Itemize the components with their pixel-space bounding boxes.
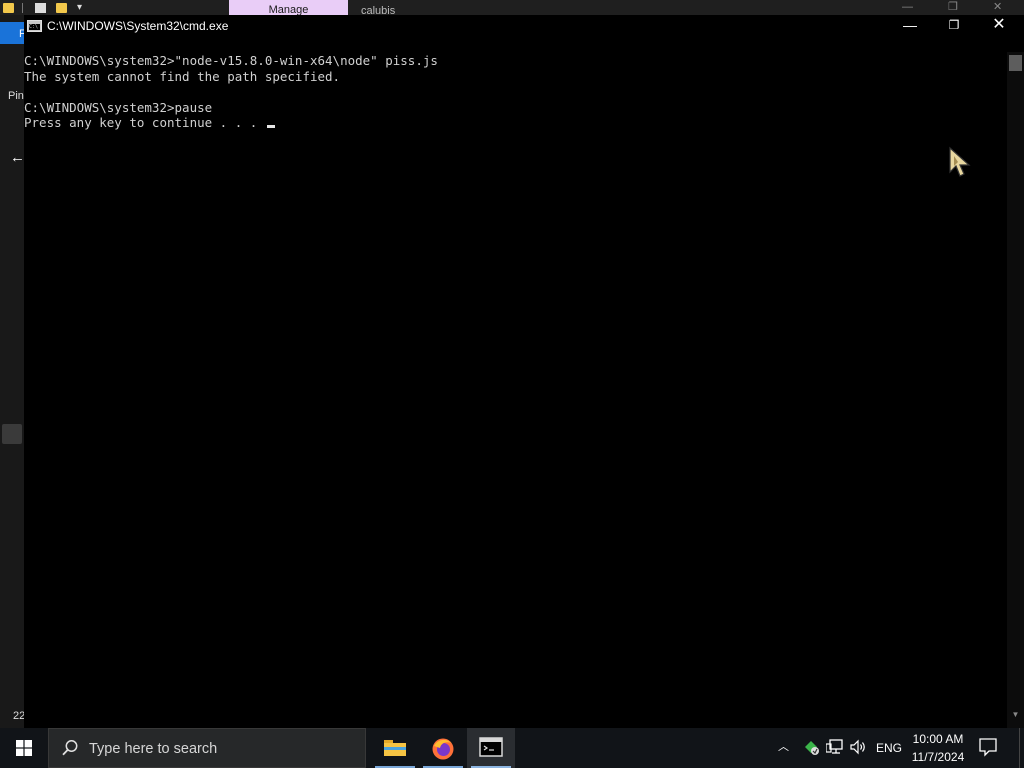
folder-icon[interactable]: [3, 3, 14, 13]
search-placeholder: Type here to search: [89, 741, 218, 757]
properties-icon[interactable]: [35, 3, 46, 13]
console-prompt-text: Press any key to continue . . .: [24, 115, 265, 131]
notification-icon[interactable]: [978, 737, 998, 757]
sync-icon[interactable]: [802, 738, 820, 756]
network-icon[interactable]: [826, 739, 844, 755]
console-line: C:\WINDOWS\system32>pause: [24, 99, 213, 115]
minimize-icon[interactable]: —: [888, 15, 932, 37]
background-restore-icon[interactable]: ❐: [948, 0, 958, 15]
cmd-window[interactable]: C:\ C:\WINDOWS\System32\cmd.exe — ❐ ✕ C:…: [24, 15, 1024, 728]
console-output[interactable]: C:\WINDOWS\system32>"node-v15.8.0-win-x6…: [24, 53, 1004, 723]
clock-time[interactable]: 10:00 AM: [905, 732, 971, 746]
taskbar: Type here to search ︿ ENG 10:00 AM 11/7/…: [0, 728, 1024, 768]
manage-tab[interactable]: Manage: [229, 0, 348, 15]
quick-access-dropdown-icon[interactable]: ▾: [77, 3, 87, 13]
volume-icon[interactable]: [849, 738, 867, 756]
command-prompt-icon: [479, 737, 503, 757]
restore-icon[interactable]: ❐: [932, 15, 976, 37]
console-line: The system cannot find the path specifie…: [24, 68, 341, 84]
taskbar-command-prompt-button[interactable]: [467, 728, 515, 768]
taskbar-file-explorer-button[interactable]: [371, 728, 419, 768]
background-scrollbar-thumb[interactable]: [2, 424, 22, 444]
cmd-app-icon-screen: C:\: [29, 24, 40, 30]
scroll-down-icon[interactable]: ▼: [1007, 706, 1024, 723]
chevron-up-icon[interactable]: ︿: [778, 740, 789, 754]
show-desktop-button[interactable]: [1019, 728, 1024, 768]
background-window-title: calubis: [361, 5, 396, 15]
cmd-scrollbar[interactable]: ▲ ▼: [1007, 52, 1024, 728]
text-cursor: [266, 125, 275, 129]
toolbar-divider: [22, 3, 23, 13]
pin-label: Pin: [8, 90, 24, 102]
taskbar-search-box[interactable]: Type here to search: [48, 728, 366, 768]
cmd-window-title: C:\WINDOWS\System32\cmd.exe: [47, 19, 229, 33]
start-button[interactable]: [0, 728, 48, 768]
file-explorer-icon: [384, 740, 406, 756]
taskbar-firefox-button[interactable]: [419, 728, 467, 768]
cmd-app-icon[interactable]: C:\: [27, 20, 42, 32]
new-folder-icon[interactable]: [56, 3, 67, 13]
mouse-pointer-icon: [949, 146, 971, 177]
background-titlebar[interactable]: ▾ Manage calubis — ❐ ✕: [0, 0, 1024, 15]
cmd-titlebar[interactable]: C:\ C:\WINDOWS\System32\cmd.exe — ❐ ✕: [24, 15, 1024, 37]
console-line: Press any key to continue . . .: [24, 115, 1004, 131]
search-icon: [62, 740, 78, 756]
background-minimize-icon[interactable]: —: [902, 0, 913, 15]
clock-date[interactable]: 11/7/2024: [905, 750, 971, 764]
scrollbar-thumb[interactable]: [1009, 55, 1022, 71]
file-tab[interactable]: F: [0, 22, 24, 44]
firefox-icon: [432, 738, 454, 760]
input-language-indicator[interactable]: ENG: [876, 741, 902, 755]
desktop: ▾ Manage calubis — ❐ ✕ F Pin ← 22 C:\ C:…: [0, 0, 1024, 768]
close-icon[interactable]: ✕: [977, 15, 1021, 37]
windows-logo-icon: [16, 740, 32, 756]
back-arrow-icon[interactable]: ←: [10, 150, 25, 166]
console-line: C:\WINDOWS\system32>"node-v15.8.0-win-x6…: [24, 53, 438, 68]
background-close-icon[interactable]: ✕: [993, 0, 1002, 15]
